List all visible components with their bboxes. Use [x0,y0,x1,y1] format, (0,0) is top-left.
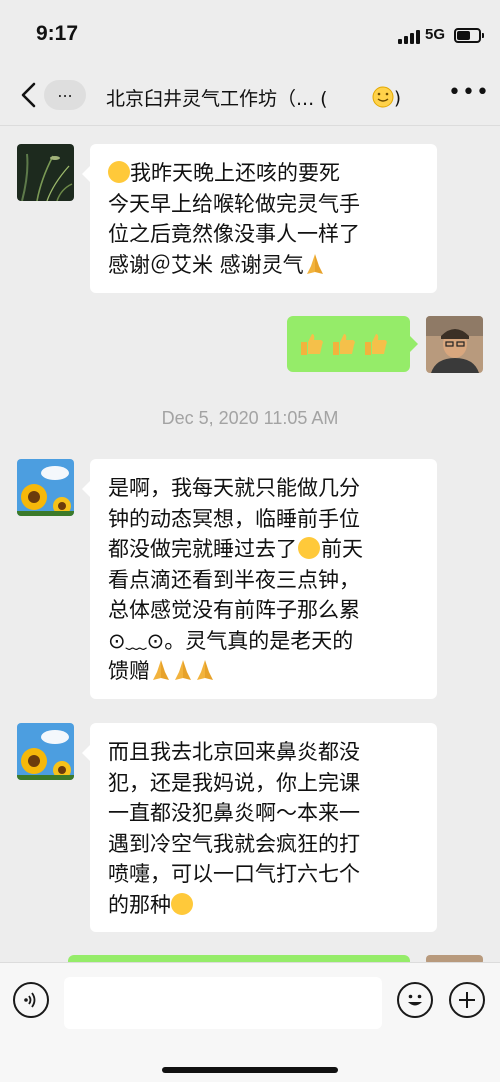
emoji-icon[interactable] [397,982,433,1018]
back-chevron-icon[interactable] [18,82,40,108]
chat-timestamp: Dec 5, 2020 11:05 AM [161,408,339,428]
tears-of-joy-emoji-icon [171,892,193,915]
message-text: 我昨天晚上还咳的要死 [130,161,340,185]
folded-hands-emoji-icon [153,660,169,680]
svg-text:): ) [394,88,400,109]
network-type: 5G [425,26,446,43]
home-indicator [162,1067,338,1073]
message-text: 馈赠 [108,659,150,683]
voice-input-icon[interactable] [13,982,49,1018]
message-bubble-3[interactable]: 是啊，我每天就只能做几分 钟的动态冥想，临睡前手位 都没做完就睡过去了 前天 看点… [82,459,437,699]
message-line: 今天早上给喉轮做完灵气手 [108,191,360,216]
chat-title[interactable]: 北京臼井灵气工作坊（... ( [106,84,328,111]
grass-photo-avatar[interactable] [17,144,74,201]
message-line: 都没做完就睡过去了 前天 [108,534,419,565]
man-photo-avatar[interactable] [426,316,483,373]
folded-hands-emoji-icon [197,660,213,680]
message-line: 喷嚏，可以一口气打六七个 [108,862,360,886]
message-text: 都没做完就睡过去了 [108,537,297,561]
message-text: 感谢＠艾米 感谢灵气 [108,252,304,277]
add-plus-icon[interactable] [449,982,485,1018]
sunflower-avatar[interactable] [17,459,74,516]
sunflower-avatar[interactable] [17,723,74,780]
smile-emoji-icon: ) [372,86,400,109]
message-input[interactable] [64,977,382,1029]
message-line: 是啊，我每天就只能做几分 [108,476,360,500]
message-text: 的那种 [108,892,171,917]
unread-badge[interactable]: ... [44,80,86,110]
message-line: 犯，还是我妈说，你上完课 [108,770,360,795]
smiling-face-emoji-icon [298,537,320,559]
message-line: 的那种 [108,890,419,921]
message-bubble-1[interactable]: 我昨天晚上还咳的要死 今天早上给喉轮做完灵气手 位之后竟然像没事人一样了 感谢＠… [82,144,437,293]
thumbs-up-emoji-icon [301,334,323,355]
input-bar [0,962,500,1082]
folded-hands-emoji-icon [306,253,323,274]
folded-hands-emoji-icon [175,660,191,680]
message-line: 一直都没犯鼻炎啊～本来一 [108,801,360,825]
message-line: 我昨天晚上还咳的要死 [108,158,419,189]
message-line: 位之后竟然像没事人一样了 [108,222,360,246]
message-line: ⊙﹏⊙。灵气真的是老天的 [108,628,354,653]
crying-face-emoji-icon [108,161,130,183]
message-line: 而且我去北京回来鼻炎都没 [108,740,360,764]
message-line: 遇到冷空气我就会疯狂的打 [108,831,360,856]
status-bar: 9:17 5G [0,0,500,64]
message-bubble-4[interactable]: 而且我去北京回来鼻炎都没 犯，还是我妈说，你上完课 一直都没犯鼻炎啊～本来一 遇… [82,723,437,932]
message-line: 馈赠 [108,656,419,687]
thumbs-up-emoji-icon [365,334,387,355]
message-line: 感谢＠艾米 感谢灵气 [108,250,419,281]
more-options-icon[interactable]: ••• [448,82,489,104]
message-line: 总体感觉没有前阵子那么累 [108,598,360,622]
message-text: 前天 [321,537,363,561]
chat-header: ... 北京臼井灵气工作坊（... ( ) ••• [0,64,500,126]
message-bubble-2[interactable] [287,316,418,372]
status-time: 9:17 [36,22,79,45]
thumbs-up-emoji-icon [333,334,355,355]
battery-icon [454,28,484,43]
message-line: 钟的动态冥想，临睡前手位 [108,506,360,531]
signal-icon [398,30,420,44]
message-line: 看点滴还看到半夜三点钟， [108,567,360,592]
